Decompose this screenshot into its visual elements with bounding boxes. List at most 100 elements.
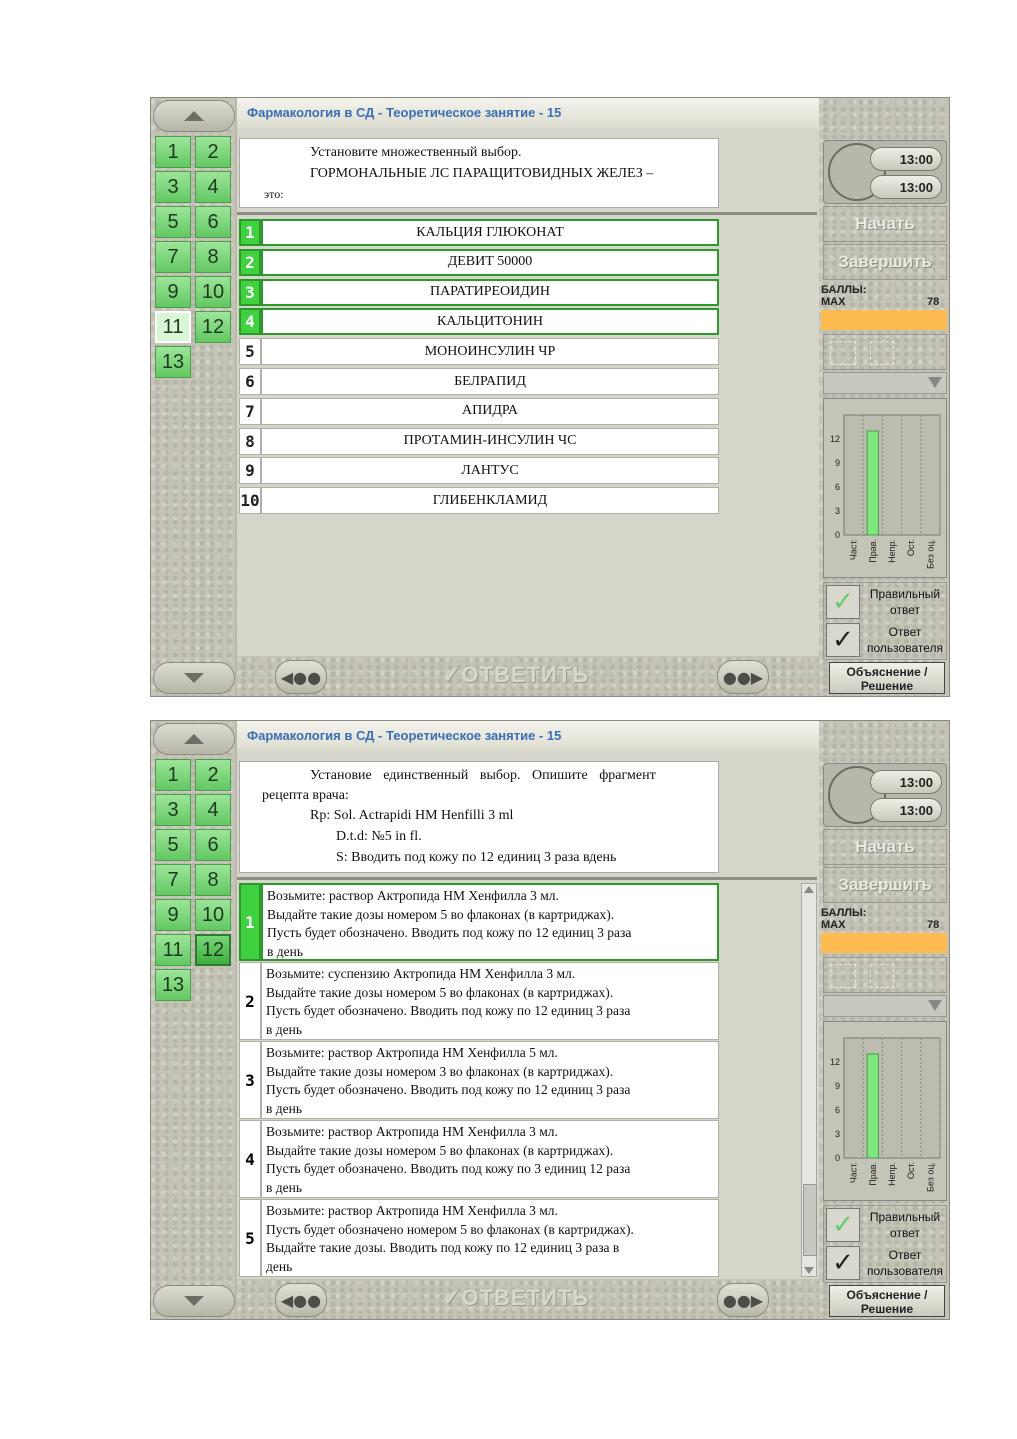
- question-number-button[interactable]: 2: [195, 759, 231, 791]
- question-number-button[interactable]: 6: [195, 829, 231, 861]
- option-text: ПРОТАМИН-ИНСУЛИН ЧС: [261, 427, 719, 455]
- options-scrollbar[interactable]: [801, 883, 817, 1277]
- question-number-button[interactable]: 4: [195, 171, 231, 203]
- question-number-button[interactable]: 6: [195, 206, 231, 238]
- finish-button[interactable]: Завершить: [823, 867, 947, 903]
- scrollbar-thumb[interactable]: [803, 1184, 817, 1256]
- option-text-line: Возьмите: раствор Актропида НМ Хенфилла …: [266, 1124, 558, 1139]
- start-button[interactable]: Начать: [823, 829, 947, 865]
- scroll-down-button[interactable]: [153, 1285, 235, 1317]
- answer-option[interactable]: 4 Возьмите: раствор Актропида НМ Хенфилла…: [239, 1120, 719, 1198]
- explanation-label-2: Решение: [860, 679, 914, 693]
- answer-option[interactable]: 6 БЕЛРАПИД: [239, 368, 719, 395]
- chart-xtick-label: Ост.: [906, 539, 916, 556]
- tip-icon[interactable]: [870, 341, 894, 365]
- question-number-button[interactable]: 1: [155, 136, 191, 168]
- scroll-down-icon[interactable]: [804, 1267, 814, 1274]
- option-number: 5: [239, 1199, 261, 1277]
- question-number-button[interactable]: 12: [195, 934, 231, 966]
- question-number-button[interactable]: 4: [195, 794, 231, 826]
- copy-icon[interactable]: [830, 964, 856, 988]
- chart-ytick-label: 3: [835, 506, 840, 516]
- question-number-button[interactable]: 10: [195, 899, 231, 931]
- scroll-up-button[interactable]: [153, 723, 235, 755]
- question-number-button[interactable]: 7: [155, 241, 191, 273]
- bottom-toolbar: ◀●● ✓ОТВЕТИТЬ ●●▶: [237, 1279, 819, 1319]
- option-number: 2: [239, 248, 261, 276]
- answer-option[interactable]: 2 Возьмите: суспензию Актропида НМ Хенфил…: [239, 962, 719, 1040]
- separator: [237, 877, 817, 880]
- question-line: Установие единственный выбор. Опишите фр…: [310, 768, 656, 783]
- question-nav-panel: 1 2 3 4 5 6 7 8 9 10 11 12 13: [151, 98, 235, 696]
- question-line: рецепта врача:: [262, 788, 349, 803]
- question-line: Установите множественный выбор.: [310, 145, 522, 160]
- scroll-up-button[interactable]: [153, 100, 235, 132]
- chart-ytick-label: 0: [835, 1153, 840, 1163]
- question-number-button[interactable]: 12: [195, 311, 231, 343]
- copy-icon[interactable]: [830, 341, 856, 365]
- arrow-up-icon: [184, 734, 204, 744]
- answer-option[interactable]: 4 КАЛЬЦИТОНИН: [239, 308, 719, 336]
- start-button[interactable]: Начать: [823, 206, 947, 242]
- question-number-button[interactable]: 9: [155, 899, 191, 931]
- next-question-button[interactable]: ●●▶: [717, 1283, 769, 1317]
- question-area: Установие единственный выбор. Опишите фр…: [237, 751, 819, 1279]
- answer-option[interactable]: 5 МОНОИНСУЛИН ЧР: [239, 338, 719, 366]
- question-number-button[interactable]: 3: [155, 794, 191, 826]
- correct-answer-label-1: Правильный: [869, 587, 941, 601]
- chart-bar: [866, 430, 879, 536]
- prev-question-button[interactable]: ◀●●: [275, 660, 327, 694]
- question-number-button[interactable]: 9: [155, 276, 191, 308]
- answer-button[interactable]: ✓ОТВЕТИТЬ: [442, 662, 589, 688]
- question-number-button[interactable]: 8: [195, 241, 231, 273]
- question-number-button[interactable]: 1: [155, 759, 191, 791]
- scroll-up-icon[interactable]: [804, 886, 814, 893]
- question-number-button[interactable]: 11: [155, 311, 191, 343]
- question-number-button[interactable]: 13: [155, 969, 191, 1001]
- question-number-button[interactable]: 5: [155, 829, 191, 861]
- answer-option[interactable]: 9 ЛАНТУС: [239, 457, 719, 485]
- answer-option[interactable]: 10 ГЛИБЕНКЛАМИД: [239, 487, 719, 515]
- finish-button[interactable]: Завершить: [823, 244, 947, 280]
- answer-option[interactable]: 8 ПРОТАМИН-ИНСУЛИН ЧС: [239, 427, 719, 455]
- filter-dropdown[interactable]: [823, 372, 947, 394]
- filter-dropdown[interactable]: [823, 995, 947, 1017]
- scroll-down-button[interactable]: [153, 662, 235, 694]
- answer-option[interactable]: 3 Возьмите: раствор Актропида НМ Хенфилла…: [239, 1041, 719, 1119]
- answer-option[interactable]: 2 ДЕВИТ 50000: [239, 248, 719, 276]
- answer-option[interactable]: 1 КАЛЬЦИЯ ГЛЮКОНАТ: [239, 219, 719, 246]
- explanation-button[interactable]: Объяснение / Решение: [829, 1285, 945, 1317]
- option-text: АПИДРА: [261, 397, 719, 425]
- question-number-button[interactable]: 11: [155, 934, 191, 966]
- prev-question-button[interactable]: ◀●●: [275, 1283, 327, 1317]
- timer: 13:00 13:00: [823, 763, 947, 827]
- tip-icon[interactable]: [870, 964, 894, 988]
- next-question-button[interactable]: ●●▶: [717, 660, 769, 694]
- answer-option[interactable]: 7 АПИДРА: [239, 397, 719, 425]
- question-number-button[interactable]: 8: [195, 864, 231, 896]
- question-number-button[interactable]: 10: [195, 276, 231, 308]
- option-text: ЛАНТУС: [261, 457, 719, 485]
- question-text: Установите множественный выбор. ГОРМОНАЛ…: [239, 138, 719, 208]
- score-bar: [821, 310, 947, 330]
- option-text: ПАРАТИРЕОИДИН: [261, 278, 719, 306]
- option-text-line: в день: [266, 1100, 302, 1116]
- start-time: 13:00: [870, 770, 942, 794]
- answer-option[interactable]: 1 Возьмите: раствор Актропида НМ Хенфилла…: [239, 883, 719, 961]
- option-number: 3: [239, 278, 261, 306]
- question-number-button[interactable]: 3: [155, 171, 191, 203]
- question-number-button[interactable]: 7: [155, 864, 191, 896]
- question-number-button[interactable]: 2: [195, 136, 231, 168]
- arrow-down-icon: [184, 1296, 204, 1306]
- answer-button[interactable]: ✓ОТВЕТИТЬ: [442, 1285, 589, 1311]
- question-number-button[interactable]: 5: [155, 206, 191, 238]
- max-value: 78: [927, 296, 940, 308]
- answer-option[interactable]: 5 Возьмите: раствор Актропида НМ Хенфилла…: [239, 1199, 719, 1277]
- chart-xtick-label: Част.: [849, 539, 859, 560]
- arrow-up-icon: [184, 111, 204, 121]
- explanation-button[interactable]: Объяснение / Решение: [829, 662, 945, 694]
- chart-ytick-label: 9: [835, 458, 840, 468]
- question-number-button[interactable]: 13: [155, 346, 191, 378]
- option-number: 1: [239, 883, 261, 961]
- answer-option[interactable]: 3 ПАРАТИРЕОИДИН: [239, 278, 719, 306]
